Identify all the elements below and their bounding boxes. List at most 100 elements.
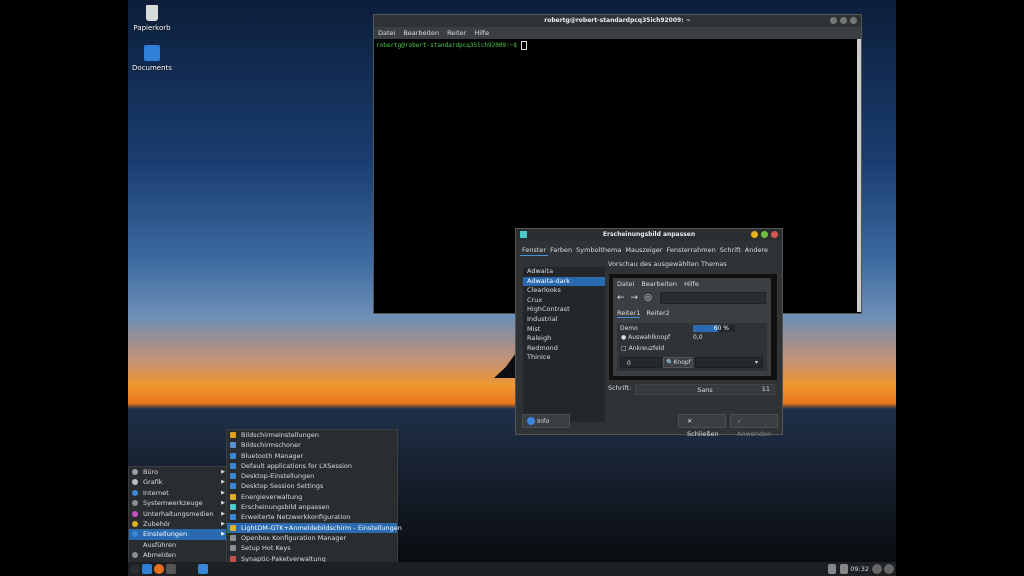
menu-hilfe[interactable]: Hilfe — [474, 27, 489, 39]
preview-menu-hilfe: Hilfe — [684, 280, 699, 288]
menu-item[interactable]: Büro ▶ — [129, 467, 229, 477]
scrollbar[interactable] — [857, 39, 861, 312]
font-row: Schrift: Sans 11 — [608, 384, 776, 396]
submenu-item[interactable]: Erscheinungsbild anpassen — [227, 502, 397, 512]
minimize-button[interactable] — [830, 17, 837, 24]
theme-item[interactable]: Raleigh — [523, 334, 605, 344]
volume-icon[interactable] — [828, 564, 836, 574]
clock[interactable]: 09:32 — [850, 565, 869, 573]
submenu-item[interactable]: LightDM-GTK+Anmeldebildschirm - Einstell… — [227, 522, 402, 533]
menu-item[interactable]: Einstellungen ▶ — [129, 529, 229, 540]
settings-submenu[interactable]: Bildschirmeinstellungen Bildschirmschoner… — [226, 429, 402, 576]
submenu-item-label: Erscheinungsbild anpassen — [241, 503, 330, 512]
maximize-button[interactable] — [840, 17, 847, 24]
logout-icon[interactable] — [884, 564, 894, 574]
menu-item-label: Systemwerkzeuge — [143, 499, 203, 508]
network-icon[interactable] — [840, 564, 848, 574]
maximize-button[interactable] — [761, 231, 768, 238]
terminal-icon[interactable] — [166, 564, 176, 574]
theme-item[interactable]: HighContrast — [523, 305, 605, 315]
menu-datei[interactable]: Datei — [378, 27, 395, 39]
theme-item[interactable]: Industrial — [523, 315, 605, 325]
submenu-item-label: Default applications for LXSession — [241, 461, 353, 470]
tab-mauszeiger[interactable]: Mauszeiger — [623, 244, 664, 256]
submenu-item[interactable]: Desktop-Einstellungen — [227, 471, 397, 481]
minimize-button[interactable] — [751, 231, 758, 238]
preview-menu-datei: Datei — [617, 280, 635, 288]
submenu-item[interactable]: Desktop Session Settings — [227, 481, 397, 491]
tab-fenster[interactable]: Fenster — [520, 244, 549, 256]
tab-symbolthema[interactable]: Symbolthema — [574, 244, 623, 256]
tab-schrift[interactable]: Schrift — [718, 244, 743, 256]
tab-farben[interactable]: Farben — [548, 244, 574, 256]
menu-item[interactable]: Ausführen — [129, 540, 229, 550]
terminal-titlebar[interactable]: robertg@robert-standardpcq35ich92009: ~ — [374, 15, 861, 27]
preview-label: Vorschau des ausgewählten Themas — [608, 260, 727, 268]
close-dialog-button[interactable]: ✕ Schließen — [678, 414, 726, 438]
app-icon — [230, 504, 236, 511]
application-menu[interactable]: Büro ▶ Grafik ▶ Internet ▶ Systemwerkzeuge ▶ Unt… — [128, 466, 230, 566]
submenu-item[interactable]: Setup Hot Keys — [227, 543, 397, 553]
menu-reiter[interactable]: Reiter — [447, 27, 466, 39]
menu-item[interactable]: Grafik ▶ — [129, 477, 229, 487]
desktop-icon-documents[interactable]: Documents — [128, 45, 180, 72]
theme-list[interactable]: Adwaita Adwaita-dark Clearlooks Crux HighCon… — [523, 267, 605, 422]
app-icon — [230, 452, 236, 459]
desktop-icon-label: Documents — [132, 64, 172, 72]
preview-button-label: Knopf — [673, 359, 691, 366]
tab-fensterrahmen[interactable]: Fensterrahmen — [664, 244, 717, 256]
lock-icon[interactable] — [872, 564, 882, 574]
menu-item[interactable]: Zubehör ▶ — [129, 519, 229, 529]
apply-button[interactable]: ✓ Anwenden — [730, 414, 778, 438]
submenu-item[interactable]: Energieverwaltung — [227, 492, 397, 502]
theme-item[interactable]: Crux — [523, 296, 605, 306]
font-button[interactable]: Sans — [635, 384, 775, 395]
desktop-icon-label: Papierkorb — [133, 24, 171, 32]
category-icon — [132, 520, 138, 527]
menu-launcher-icon[interactable] — [130, 564, 140, 574]
submenu-item[interactable]: Bildschirmschoner — [227, 440, 397, 450]
theme-item[interactable]: Clearlooks — [523, 286, 605, 296]
forward-arrow-icon: → — [630, 293, 639, 303]
dialog-titlebar[interactable]: Erscheinungsbild anpassen — [516, 229, 782, 241]
menu-bearbeiten[interactable]: Bearbeiten — [403, 27, 439, 39]
preview-entry — [659, 292, 766, 304]
firefox-icon[interactable] — [154, 564, 164, 574]
theme-item[interactable]: Adwaita-dark — [523, 276, 605, 287]
shell-prompt: robertg@robert-standardpcq35ich92009:~$ — [376, 42, 517, 49]
submenu-item[interactable]: Bluetooth Manager — [227, 451, 397, 461]
theme-item[interactable]: Adwaita — [523, 267, 605, 277]
preview-tab-1: Reiter1 — [617, 309, 641, 318]
dialog-title: Erscheinungsbild anpassen — [602, 231, 696, 238]
desktop-icon-trash[interactable]: Papierkorb — [128, 5, 180, 32]
terminal-output[interactable]: robertg@robert-standardpcq35ich92009:~$ — [374, 39, 861, 52]
chevron-right-icon: ▶ — [221, 531, 225, 538]
stop-icon: ◎ — [644, 293, 652, 303]
close-button[interactable] — [850, 17, 857, 24]
submenu-item[interactable]: Default applications for LXSession — [227, 461, 397, 471]
menu-item[interactable]: Internet ▶ — [129, 488, 229, 498]
chevron-right-icon: ▶ — [221, 510, 225, 517]
submenu-item-label: Setup Hot Keys — [241, 544, 291, 553]
check-label: Ankreuzfeld — [628, 345, 665, 352]
appearance-dialog[interactable]: Erscheinungsbild anpassen Fenster Farben… — [515, 228, 783, 438]
close-button[interactable] — [771, 231, 778, 238]
menu-item[interactable]: Unterhaltungsmedien ▶ — [129, 509, 229, 519]
file-manager-icon[interactable] — [142, 564, 152, 574]
info-button[interactable]: Info — [522, 414, 570, 428]
tab-andere[interactable]: Andere — [743, 244, 770, 256]
submenu-item[interactable]: Erweiterte Netzwerkkonfiguration — [227, 512, 397, 522]
menu-item[interactable]: Abmelden — [129, 550, 229, 560]
menu-item[interactable]: Systemwerkzeuge ▶ — [129, 498, 229, 508]
app-icon — [230, 493, 236, 500]
preview-menu-bearbeiten: Bearbeiten — [641, 280, 678, 288]
font-label: Schrift: — [608, 384, 632, 392]
submenu-item[interactable]: Openbox Konfiguration Manager — [227, 533, 397, 543]
desktop-switcher-icon[interactable] — [198, 564, 208, 574]
theme-item[interactable]: ThinIce — [523, 353, 605, 363]
info-icon — [527, 417, 535, 425]
submenu-item-label: Erweiterte Netzwerkkonfiguration — [241, 513, 351, 522]
theme-item[interactable]: Mist — [523, 325, 605, 335]
theme-item[interactable]: Redmond — [523, 344, 605, 354]
submenu-item[interactable]: Bildschirmeinstellungen — [227, 430, 397, 440]
